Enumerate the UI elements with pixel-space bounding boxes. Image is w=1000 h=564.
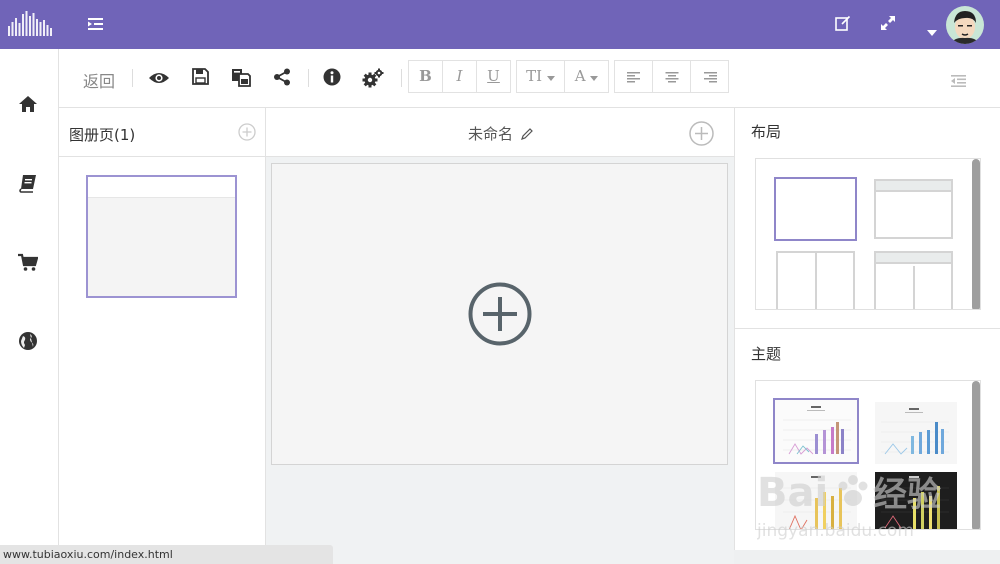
align-center-button[interactable] [652,60,691,93]
layout-option-two-column[interactable] [776,251,855,309]
caret-down-icon [546,76,555,81]
expand-icon[interactable] [880,15,896,35]
status-bar: www.tubiaoxiu.com/index.html [0,545,333,564]
gears-icon[interactable] [362,68,384,92]
avatar[interactable] [946,6,984,44]
layout-option-header-two-column[interactable] [874,251,953,309]
underline-button[interactable]: U [476,60,511,93]
eye-icon[interactable] [148,70,170,89]
canvas-panel: 未命名 [266,108,734,564]
align-right-icon [703,71,717,82]
font-size-dropdown[interactable]: TI [516,60,565,93]
document-title[interactable]: 未命名 [468,123,513,144]
theme-option-blue[interactable] [875,402,957,464]
italic-button[interactable]: I [442,60,477,93]
canvas-header: 未命名 [266,108,734,157]
pages-title: 图册页(1) [69,126,136,144]
add-chart-icon[interactable] [468,282,532,350]
share-icon[interactable] [273,68,291,90]
status-url: www.tubiaoxiu.com/index.html [3,548,173,561]
divider [59,156,266,157]
font-color-label: A [574,67,586,85]
back-button[interactable]: 返回 [83,68,115,92]
theme-option-dark[interactable] [875,472,957,529]
toolbar-divider [132,69,133,87]
layout-list [755,158,981,310]
plus-circle-icon[interactable] [689,121,714,150]
theme-title: 主题 [751,345,782,363]
align-left-button[interactable] [614,60,653,93]
theme-option-warm[interactable] [775,472,857,529]
sidebar [0,49,59,564]
divider [735,328,1000,329]
chart-canvas[interactable] [271,163,728,465]
align-center-icon [665,71,678,82]
toolbar: 返回 B I U TI A [59,49,1000,108]
font-size-label: TI [526,67,543,85]
theme-list [755,380,981,530]
soundwave-logo-icon[interactable] [8,10,52,42]
plus-circle-icon[interactable] [238,123,256,145]
scrollbar[interactable] [972,381,980,529]
toolbar-divider [401,69,402,87]
page-thumbnail-header [88,177,235,198]
edit-icon[interactable] [835,15,851,35]
font-color-dropdown[interactable]: A [564,60,609,93]
menu-indent-icon[interactable] [88,16,104,35]
book-icon[interactable] [18,173,38,197]
layout-option-header[interactable] [874,179,953,239]
layout-option-single[interactable] [774,177,857,241]
copy-icon[interactable] [231,68,251,91]
align-right-button[interactable] [690,60,729,93]
cart-icon[interactable] [18,253,39,276]
caret-down-icon [590,76,599,81]
save-icon[interactable] [192,68,209,89]
layout-title: 布局 [751,123,782,141]
page-thumbnail[interactable] [86,175,237,298]
home-icon[interactable] [18,95,38,117]
outdent-icon[interactable] [951,72,966,91]
pages-panel: 图册页(1) [59,108,266,564]
right-panel: 布局 主题 [734,108,1000,550]
globe-icon[interactable] [18,331,38,355]
scrollbar[interactable] [972,159,980,309]
bold-button[interactable]: B [408,60,443,93]
top-bar [0,0,1000,49]
pencil-icon[interactable] [521,125,533,144]
toolbar-divider [308,69,309,87]
theme-option-default[interactable] [773,398,859,464]
info-icon[interactable] [323,68,341,90]
align-left-icon [626,71,640,82]
caret-down-icon[interactable] [927,21,937,40]
